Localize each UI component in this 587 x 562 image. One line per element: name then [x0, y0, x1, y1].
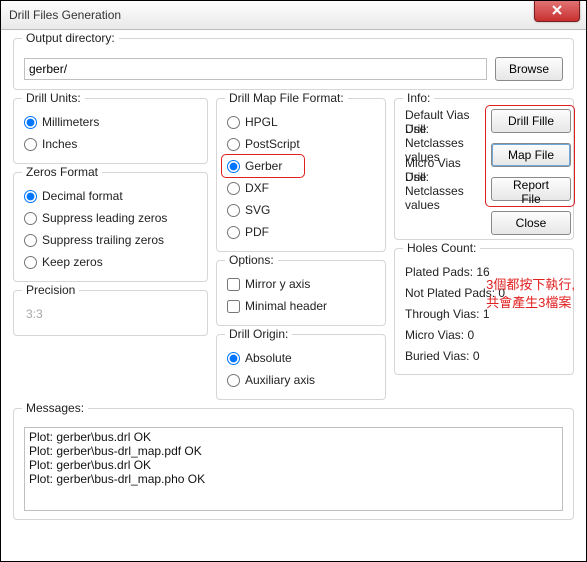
drill-units-group: Drill Units: Millimeters Inches: [13, 98, 208, 164]
window-close-button[interactable]: [534, 1, 580, 22]
units-millimeters[interactable]: Millimeters: [24, 111, 197, 133]
drill-map-format-group: Drill Map File Format: HPGL PostScript G…: [216, 98, 386, 252]
zeros-suppress-leading[interactable]: Suppress leading zeros: [24, 207, 197, 229]
zeros-format-legend: Zeros Format: [22, 165, 102, 179]
info-usenet1: Use Netclasses values: [405, 132, 483, 153]
origin-absolute[interactable]: Absolute: [227, 347, 375, 369]
mapfmt-postscript[interactable]: PostScript: [227, 133, 375, 155]
output-directory-legend: Output directory:: [22, 31, 119, 45]
drill-origin-legend: Drill Origin:: [225, 327, 292, 341]
map-file-button[interactable]: Map File: [491, 143, 571, 167]
message-line: Plot: gerber\bus.drl OK: [29, 430, 558, 444]
messages-box[interactable]: Plot: gerber\bus.drl OK Plot: gerber\bus…: [24, 427, 563, 511]
info-legend: Info:: [403, 91, 434, 105]
messages-legend: Messages:: [22, 401, 88, 415]
drill-file-button[interactable]: Drill Fille: [491, 109, 571, 133]
annotation-text: 3個都按下執行, 共會產生3檔案: [486, 276, 575, 312]
precision-group: Precision 3:3: [13, 290, 208, 336]
options-legend: Options:: [225, 253, 278, 267]
precision-value: 3:3: [24, 303, 197, 325]
units-inches[interactable]: Inches: [24, 133, 197, 155]
holes-micro: Micro Vias: 0: [405, 324, 569, 345]
title-bar: Drill Files Generation: [1, 1, 586, 30]
option-minimal-header[interactable]: Minimal header: [227, 295, 375, 317]
zeros-format-group: Zeros Format Decimal format Suppress lea…: [13, 172, 208, 282]
mapfmt-dxf[interactable]: DXF: [227, 177, 375, 199]
info-usenet2: Use Netclasses values: [405, 180, 483, 201]
precision-legend: Precision: [22, 283, 79, 297]
browse-button[interactable]: Browse: [495, 57, 563, 81]
message-line: Plot: gerber\bus.drl OK: [29, 458, 558, 472]
option-mirror-y[interactable]: Mirror y axis: [227, 273, 375, 295]
mapfmt-hpgl[interactable]: HPGL: [227, 111, 375, 133]
output-directory-input[interactable]: [24, 58, 487, 80]
message-line: Plot: gerber\bus-drl_map.pho OK: [29, 472, 558, 486]
drill-units-legend: Drill Units:: [22, 91, 85, 105]
close-button[interactable]: Close: [491, 211, 571, 235]
mapfmt-gerber[interactable]: Gerber: [227, 155, 375, 177]
window-title: Drill Files Generation: [9, 8, 121, 22]
drill-map-format-legend: Drill Map File Format:: [225, 91, 348, 105]
mapfmt-pdf[interactable]: PDF: [227, 221, 375, 243]
origin-auxiliary[interactable]: Auxiliary axis: [227, 369, 375, 391]
info-group: Info: Default Vias Drill: Use Netclasses…: [394, 98, 574, 240]
zeros-decimal[interactable]: Decimal format: [24, 185, 197, 207]
report-file-button[interactable]: Report File: [491, 177, 571, 201]
messages-group: Messages: Plot: gerber\bus.drl OK Plot: …: [13, 408, 574, 520]
output-directory-group: Output directory: Browse: [13, 38, 574, 90]
holes-buried: Buried Vias: 0: [405, 345, 569, 366]
holes-count-legend: Holes Count:: [403, 241, 480, 255]
options-group: Options: Mirror y axis Minimal header: [216, 260, 386, 326]
drill-origin-group: Drill Origin: Absolute Auxiliary axis: [216, 334, 386, 400]
message-line: Plot: gerber\bus-drl_map.pdf OK: [29, 444, 558, 458]
zeros-suppress-trailing[interactable]: Suppress trailing zeros: [24, 229, 197, 251]
zeros-keep[interactable]: Keep zeros: [24, 251, 197, 273]
mapfmt-svg[interactable]: SVG: [227, 199, 375, 221]
